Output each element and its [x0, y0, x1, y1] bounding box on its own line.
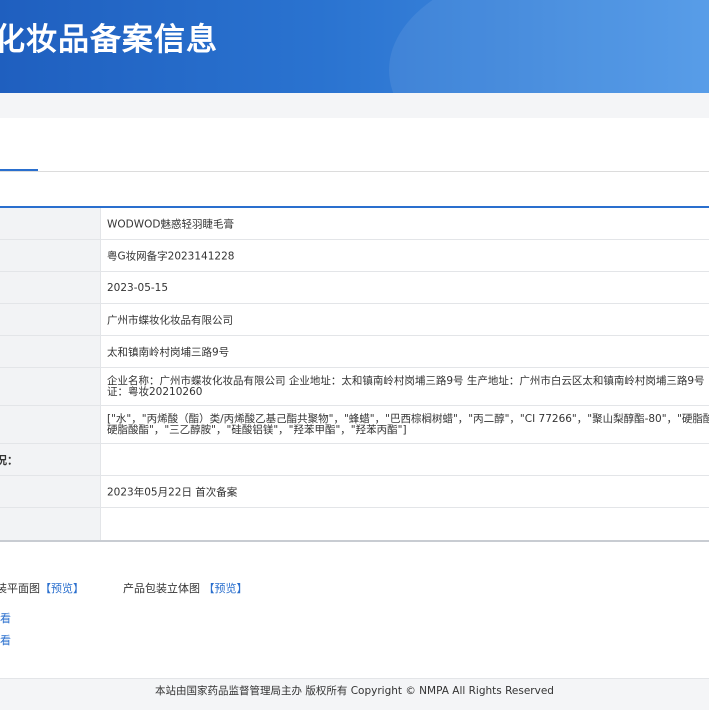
- ingredients-line: 硬脂酸酯"，"三乙醇胺"，"硅酸铝镁"，"羟苯甲酯"，"羟苯丙酯"]: [107, 423, 407, 436]
- row-label: [0, 368, 101, 405]
- table-row: 企业名称：广州市蝶妆化妆品有限公司 企业地址：太和镇南岭村岗埔三路9号 生产地址…: [0, 368, 709, 406]
- record-date-value: 2023-05-15: [107, 281, 169, 294]
- manufacturer-info-value: 企业名称：广州市蝶妆化妆品有限公司 企业地址：太和镇南岭村岗埔三路9号 生产地址…: [107, 368, 709, 405]
- table-row: 2023年05月22日 首次备案: [0, 476, 709, 508]
- page-footer: 本站由国家药品监督管理局主办 版权所有 Copyright © NMPA All…: [0, 678, 709, 710]
- table-row: 2023-05-15: [0, 272, 709, 304]
- row-label: [0, 406, 101, 443]
- package-flat-image-item: 装平面图【预览】: [0, 580, 84, 596]
- row-label: 况：: [0, 444, 101, 475]
- product-name-value: WODWOD魅惑轻羽睫毛膏: [107, 218, 234, 230]
- registrant-value: 广州市蝶妆化妆品有限公司: [107, 314, 233, 326]
- copyright-text: 本站由国家药品监督管理局主办 版权所有 Copyright © NMPA All…: [155, 685, 554, 697]
- package-3d-image-item: 产品包装立体图 【预览】: [123, 580, 248, 596]
- row-label: [0, 508, 101, 540]
- row-label: [0, 208, 101, 239]
- page-header: 化妆品备案信息: [0, 0, 709, 93]
- ingredients-value: ["水"，"丙烯酸（酯）类/丙烯酸乙基己酯共聚物"，"蜂蜡"，"巴西棕榈树蜡"，…: [107, 406, 709, 443]
- row-label: [0, 336, 101, 367]
- table-row: 况：: [0, 444, 709, 476]
- table-row: 广州市蝶妆化妆品有限公司: [0, 304, 709, 336]
- tab-bar: [0, 93, 709, 172]
- package-3d-image-label: 产品包装立体图: [123, 582, 200, 595]
- view-link[interactable]: 看: [0, 632, 11, 648]
- status-label: 况：: [0, 453, 18, 467]
- row-label: [0, 272, 101, 303]
- view-link[interactable]: 看: [0, 610, 11, 626]
- row-label: [0, 304, 101, 335]
- package-flat-image-label: 装平面图: [0, 582, 40, 595]
- manufacturer-info-line: 证：粤妆20210260: [107, 385, 203, 398]
- preview-flat-link[interactable]: 【预览】: [40, 582, 84, 595]
- preview-3d-link[interactable]: 【预览】: [204, 582, 248, 595]
- table-row: ["水"，"丙烯酸（酯）类/丙烯酸乙基己酯共聚物"，"蜂蜡"，"巴西棕榈树蜡"，…: [0, 406, 709, 444]
- table-row: 太和镇南岭村岗埔三路9号: [0, 336, 709, 368]
- page-title: 化妆品备案信息: [0, 22, 218, 58]
- table-row: 粤G妆网备字2023141228: [0, 240, 709, 272]
- breadcrumb-strip: [0, 93, 709, 118]
- registrant-address-value: 太和镇南岭村岗埔三路9号: [107, 346, 230, 358]
- table-row: [0, 508, 709, 540]
- change-record-value: 2023年05月22日 首次备案: [107, 486, 238, 498]
- table-row: WODWOD魅惑轻羽睫毛膏: [0, 208, 709, 240]
- status-value: [107, 444, 709, 475]
- active-tab-indicator[interactable]: [0, 169, 38, 171]
- detail-table: WODWOD魅惑轻羽睫毛膏 粤G妆网备字2023141228 2023-05-1…: [0, 206, 709, 542]
- row-label: [0, 240, 101, 271]
- row-label: [0, 476, 101, 507]
- remarks-value: [107, 508, 709, 540]
- record-number-value: 粤G妆网备字2023141228: [107, 250, 235, 262]
